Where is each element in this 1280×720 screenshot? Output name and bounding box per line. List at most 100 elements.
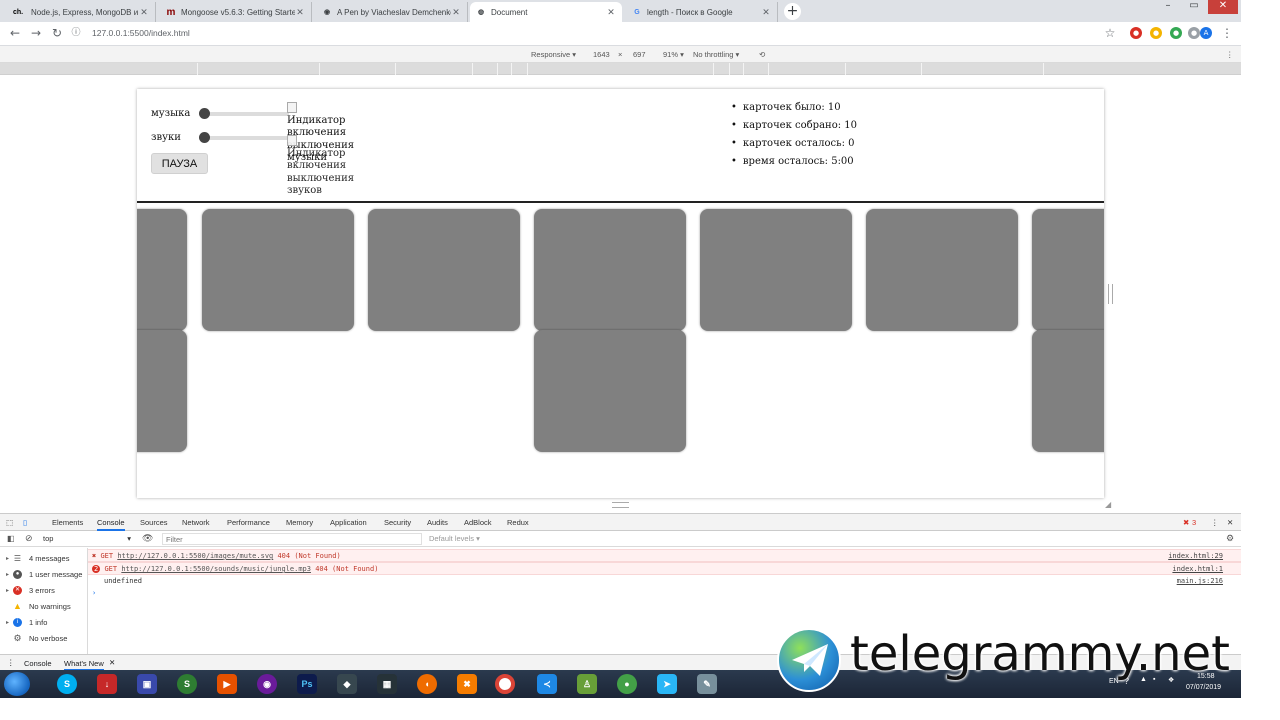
memory-card[interactable] <box>1032 209 1104 331</box>
sidebar-item-warnings[interactable]: ▸▲No warnings <box>6 602 71 612</box>
sidebar-item-user-messages[interactable]: ▸ ● 1 user message <box>6 570 82 579</box>
zoom-select[interactable]: 91% ▾ <box>663 50 684 59</box>
browser-tab-2[interactable]: m Mongoose v5.6.3: Getting Starte ✕ <box>160 2 312 22</box>
viewport-resize-handle-bottom[interactable] <box>612 502 629 508</box>
drawer-tab-close-icon[interactable]: ✕ <box>109 658 115 667</box>
browser-tab-3[interactable]: ◉ A Pen by Viacheslav Demchenko ✕ <box>316 2 468 22</box>
clear-console-icon[interactable]: ⊘ <box>25 533 33 544</box>
devtools-tab-performance[interactable]: Performance <box>227 518 270 527</box>
memory-card[interactable] <box>866 209 1018 331</box>
devtools-tab-network[interactable]: Network <box>182 518 210 527</box>
slider-thumb[interactable] <box>199 131 210 143</box>
browser-tab-5[interactable]: G length - Поиск в Google ✕ <box>626 2 778 22</box>
throttling-select[interactable]: No throttling ▾ <box>693 50 739 59</box>
inspect-element-icon[interactable]: ⬚ <box>6 518 13 527</box>
media-player-icon[interactable]: ▶ <box>217 674 237 694</box>
memory-card[interactable] <box>137 209 187 331</box>
extension-icon[interactable]: ● <box>1130 27 1142 39</box>
sound-indicator-broken-image[interactable]: Индикатор включения выключения звуков <box>287 135 357 198</box>
devtools-tab-redux[interactable]: Redux <box>507 518 529 527</box>
extension-icon[interactable]: ● <box>1150 27 1162 39</box>
device-mode-select[interactable]: Responsive ▾ <box>531 50 576 59</box>
menu-icon[interactable]: ⋮ <box>1220 26 1234 40</box>
log-levels-select[interactable]: Default levels ▾ <box>429 534 480 543</box>
viewport-resize-corner-icon[interactable]: ◢ <box>1105 500 1111 509</box>
chrome-icon[interactable] <box>495 674 515 694</box>
tab-close-icon[interactable]: ✕ <box>295 7 305 18</box>
sidebar-item-info[interactable]: ▸ i 1 info <box>6 618 47 627</box>
save-icon[interactable]: ▣ <box>137 674 157 694</box>
music-volume-slider[interactable] <box>199 107 289 119</box>
memory-card[interactable] <box>202 209 354 331</box>
telegram-icon[interactable]: ➤ <box>657 674 677 694</box>
app-icon[interactable]: ♙ <box>577 674 597 694</box>
app-icon[interactable]: ◖ <box>417 674 437 694</box>
console-error-row[interactable]: ✖ GET http://127.0.0.1:5500/images/mute.… <box>88 549 1241 562</box>
more-options-icon[interactable]: ⋮ <box>1226 50 1234 59</box>
inkscape-icon[interactable]: ◆ <box>337 674 357 694</box>
console-error-row[interactable]: 2 GET http://127.0.0.1:5500/sounds/music… <box>88 562 1241 575</box>
extension-icon[interactable]: ● <box>1188 27 1200 39</box>
back-icon[interactable]: ← <box>8 26 22 40</box>
new-tab-button[interactable]: + <box>784 3 801 20</box>
tab-close-icon[interactable]: ✕ <box>761 7 771 18</box>
devtools-tab-console[interactable]: Console <box>97 518 125 531</box>
minimize-icon[interactable]: – <box>1156 0 1180 14</box>
drawer-tab-console[interactable]: Console <box>24 659 52 668</box>
avatar[interactable]: A <box>1200 27 1212 39</box>
extension-icon[interactable]: ● <box>1170 27 1182 39</box>
memory-card[interactable] <box>137 330 187 452</box>
media-query-ruler[interactable] <box>0 63 1241 75</box>
sidebar-toggle-icon[interactable]: ◧ <box>7 534 15 543</box>
device-height-input[interactable]: 697 <box>633 50 646 59</box>
pause-button[interactable]: ПАУЗА <box>151 153 208 174</box>
memory-card[interactable] <box>700 209 852 331</box>
request-url-link[interactable]: http://127.0.0.1:5500/sounds/music/jungl… <box>121 565 311 573</box>
memory-card[interactable] <box>368 209 520 331</box>
tab-close-icon[interactable]: ✕ <box>451 7 461 18</box>
slider-thumb[interactable] <box>199 107 210 119</box>
memory-card[interactable] <box>534 209 686 331</box>
vscode-icon[interactable]: ≺ <box>537 674 557 694</box>
eye-icon[interactable]: 👁 <box>142 533 153 544</box>
rotate-icon[interactable]: ⟲ <box>759 50 765 59</box>
console-filter-input[interactable] <box>162 533 422 545</box>
sidebar-item-verbose[interactable]: ▸⚙No verbose <box>6 634 67 644</box>
memory-card[interactable] <box>534 330 686 452</box>
devtools-close-icon[interactable]: ✕ <box>1227 518 1233 527</box>
devtools-menu-icon[interactable]: ⋮ <box>1211 518 1219 527</box>
viewport-resize-handle-right[interactable] <box>1108 284 1113 304</box>
tab-close-icon[interactable]: ✕ <box>606 7 616 18</box>
player-icon[interactable]: ◉ <box>257 674 277 694</box>
device-width-input[interactable]: 1643 <box>593 50 610 59</box>
devtools-tab-application[interactable]: Application <box>330 518 367 527</box>
download-manager-icon[interactable]: ↓ <box>97 674 117 694</box>
devtools-tab-audits[interactable]: Audits <box>427 518 448 527</box>
photoshop-icon[interactable]: Ps <box>297 674 317 694</box>
sidebar-item-errors[interactable]: ▸ ✕ 3 errors <box>6 586 55 595</box>
skype-icon[interactable]: S <box>57 674 77 694</box>
tab-close-icon[interactable]: ✕ <box>139 7 149 18</box>
forward-icon[interactable]: → <box>29 26 43 40</box>
browser-tab-1[interactable]: ch. Node.js, Express, MongoDB и бе ✕ <box>4 2 156 22</box>
device-toggle-icon[interactable]: ▯ <box>23 518 27 527</box>
reload-icon[interactable]: ↻ <box>50 26 64 40</box>
app-icon[interactable]: ✎ <box>697 674 717 694</box>
error-count-icon[interactable]: ✖ <box>1183 518 1189 527</box>
console-prompt[interactable]: › <box>88 587 1241 600</box>
sidebar-item-messages[interactable]: ▸ ☰ 4 messages <box>6 554 69 563</box>
memory-card[interactable] <box>1032 330 1104 452</box>
app-s-icon[interactable]: S <box>177 674 197 694</box>
devtools-tab-memory[interactable]: Memory <box>286 518 313 527</box>
clock-date[interactable]: 07/07/2019 <box>1186 684 1221 691</box>
devtools-tab-elements[interactable]: Elements <box>52 518 83 527</box>
mongodb-icon[interactable]: ● <box>617 674 637 694</box>
request-url-link[interactable]: http://127.0.0.1:5500/images/mute.svg <box>117 552 273 560</box>
app-icon[interactable]: ▦ <box>377 674 397 694</box>
maximize-icon[interactable]: ▭ <box>1182 0 1206 14</box>
devtools-tab-sources[interactable]: Sources <box>140 518 168 527</box>
devtools-tab-security[interactable]: Security <box>384 518 411 527</box>
sounds-volume-slider[interactable] <box>199 131 289 143</box>
info-icon[interactable]: ⓘ <box>69 26 83 40</box>
start-button[interactable] <box>4 672 30 696</box>
